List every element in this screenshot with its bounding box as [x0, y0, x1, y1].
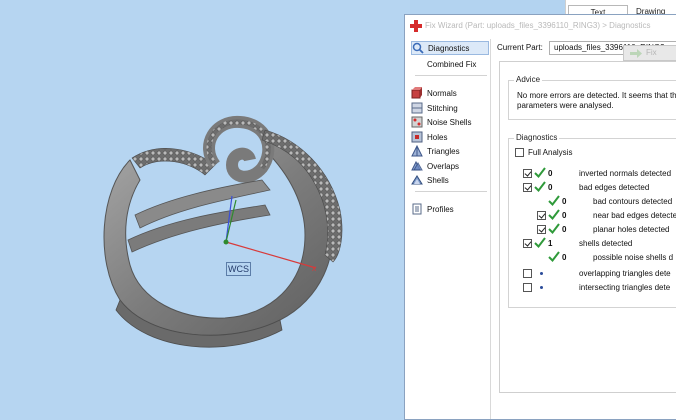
shells-label: shells detected [579, 239, 633, 248]
nav-item-label: Shells [427, 175, 449, 185]
nav-item-label: Normals [427, 88, 457, 98]
green-check-icon [534, 167, 546, 178]
overlaps-icon [411, 160, 423, 171]
nav-item-shells[interactable]: Shells [411, 173, 489, 187]
current-part-label: Current Part: [497, 43, 543, 52]
nav-item-overlaps[interactable]: Overlaps [411, 159, 489, 173]
nav-item-combined-fix[interactable]: Combined Fix [411, 57, 489, 71]
intersecting-triangles-checkbox[interactable] [523, 283, 532, 292]
nav-item-diagnostics[interactable]: Diagnostics [411, 41, 489, 55]
fix-button-label: Fix [646, 48, 657, 57]
advice-line-1: No more errors are detected. It seems th… [517, 91, 676, 100]
noise-shells-label: possible noise shells d [593, 253, 674, 262]
green-check-icon [534, 237, 546, 248]
stitching-icon [411, 102, 423, 114]
nav-item-label: Profiles [427, 204, 454, 214]
wizard-main: Current Part: uploads_files_3396110_RING… [493, 39, 676, 419]
diagnostics-title: Diagnostics [514, 133, 560, 142]
green-check-icon [548, 223, 560, 234]
profiles-icon [412, 203, 422, 215]
green-check-icon [548, 195, 560, 206]
green-check-icon [534, 181, 546, 192]
wizard-nav: Diagnostics Combined Fix Normals Stitchi… [409, 39, 491, 419]
advice-group: Advice No more errors are detected. It s… [508, 75, 676, 120]
green-check-icon [548, 251, 560, 262]
inverted-normals-checkbox[interactable] [523, 169, 532, 178]
near-bad-edges-checkbox[interactable] [537, 211, 546, 220]
nav-item-profiles[interactable]: Profiles [411, 202, 489, 216]
near-bad-edges-label: near bad edges detected [593, 211, 676, 220]
svg-text:x: x [312, 264, 316, 273]
blank-icon [411, 58, 423, 70]
bad-edges-label: bad edges detected [579, 183, 650, 192]
inverted-normals-label: inverted normals detected [579, 169, 672, 178]
diagnostics-group: Diagnostics Full Analysis 0 inverted nor… [508, 133, 676, 308]
nav-item-label: Noise Shells [427, 117, 472, 127]
window-title: Fix Wizard (Part: uploads_files_3396110_… [425, 21, 651, 30]
nav-item-label: Diagnostics [428, 43, 470, 53]
nav-item-noise-shells[interactable]: Noise Shells [411, 115, 489, 129]
noise-shells-count: 0 [562, 253, 567, 262]
nav-item-triangles[interactable]: Triangles [411, 144, 489, 158]
nav-item-label: Holes [427, 132, 448, 142]
title-bar: Fix Wizard (Part: uploads_files_3396110_… [405, 15, 676, 37]
materialise-logo-icon [410, 20, 422, 32]
nav-separator [415, 191, 487, 192]
intersecting-triangles-label: intersecting triangles dete [579, 283, 671, 292]
bad-contours-count: 0 [562, 197, 567, 206]
shells-checkbox[interactable] [523, 239, 532, 248]
nav-item-holes[interactable]: Holes [411, 130, 489, 144]
shells-count: 1 [548, 239, 553, 248]
diagnostics-panel: Advice No more errors are detected. It s… [499, 61, 676, 393]
overlapping-triangles-checkbox[interactable] [523, 269, 532, 278]
bad-edges-count: 0 [548, 183, 553, 192]
nav-item-label: Combined Fix [427, 59, 477, 69]
planar-holes-checkbox[interactable] [537, 225, 546, 234]
green-check-icon [548, 209, 560, 220]
3d-viewport[interactable]: x WCS [0, 0, 410, 420]
planar-holes-label: planar holes detected [593, 225, 670, 234]
holes-icon [411, 131, 423, 143]
advice-title: Advice [514, 75, 543, 84]
nav-item-stitching[interactable]: Stitching [411, 101, 489, 115]
near-bad-edges-count: 0 [562, 211, 567, 220]
triangles-icon [411, 145, 423, 157]
advice-line-2: parameters were analysed. [517, 101, 614, 110]
advice-text: No more errors are detected. It seems th… [517, 91, 676, 111]
wcs-label: WCS [226, 262, 251, 276]
nav-item-label: Triangles [427, 146, 460, 156]
nav-separator [415, 75, 487, 76]
magnifier-icon [412, 42, 424, 54]
overlapping-triangles-label: overlapping triangles dete [579, 269, 671, 278]
full-analysis-checkbox[interactable] [515, 148, 524, 157]
fix-button[interactable]: Fix [623, 45, 676, 61]
shells-icon [411, 175, 423, 185]
noise-shells-icon [411, 116, 423, 128]
pending-dot-icon [540, 272, 543, 275]
ring-model: x [103, 115, 343, 348]
normals-cube-icon [411, 87, 422, 99]
planar-holes-count: 0 [562, 225, 567, 234]
inverted-normals-count: 0 [548, 169, 553, 178]
bad-edges-checkbox[interactable] [523, 183, 532, 192]
nav-item-label: Overlaps [427, 161, 460, 171]
nav-item-normals[interactable]: Normals [411, 86, 489, 100]
pending-dot-icon [540, 286, 543, 289]
nav-item-label: Stitching [427, 103, 458, 113]
bad-contours-label: bad contours detected [593, 197, 673, 206]
full-analysis-label: Full Analysis [528, 148, 573, 157]
arrow-right-icon [630, 49, 642, 58]
fix-wizard-window: Fix Wizard (Part: uploads_files_3396110_… [404, 14, 676, 420]
